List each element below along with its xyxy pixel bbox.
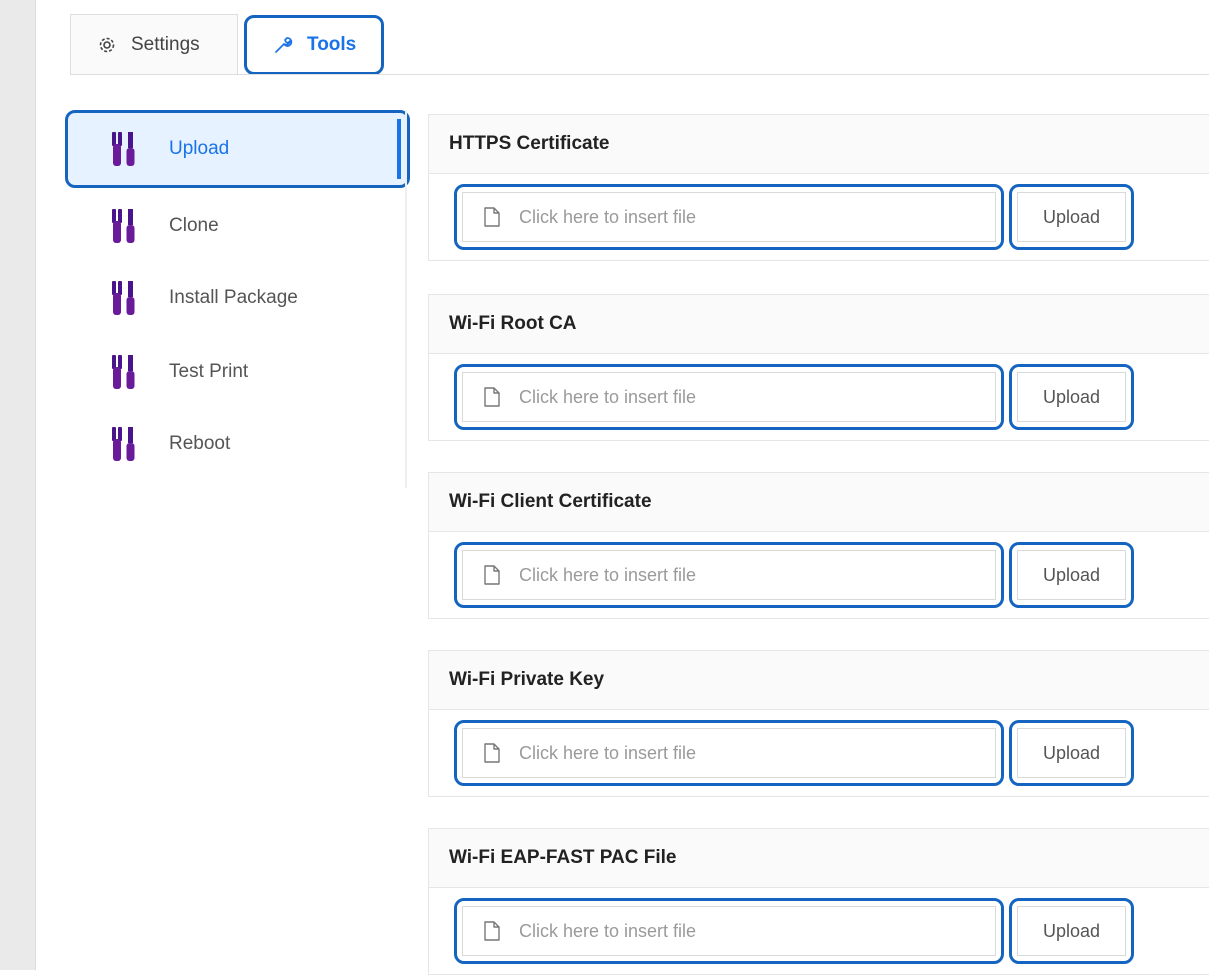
- upload-button-label: Upload: [1017, 906, 1126, 956]
- file-input[interactable]: Click here to insert file: [454, 720, 1004, 786]
- tools-sidebar: Upload Clone Install Package Test Print …: [65, 110, 410, 490]
- file-icon: [483, 207, 501, 227]
- tab-tools[interactable]: Tools: [244, 15, 384, 75]
- upload-button-label: Upload: [1017, 550, 1126, 600]
- sidebar-item-label: Clone: [169, 215, 219, 236]
- section-title: Wi-Fi Client Certificate: [429, 473, 1209, 532]
- file-input[interactable]: Click here to insert file: [454, 898, 1004, 964]
- sidebar-item-label: Install Package: [169, 287, 298, 308]
- file-icon: [483, 743, 501, 763]
- upload-button[interactable]: Upload: [1009, 364, 1134, 430]
- left-edge-strip: [0, 0, 36, 970]
- file-input-placeholder: Click here to insert file: [519, 920, 697, 941]
- file-input-placeholder: Click here to insert file: [519, 386, 697, 407]
- tab-settings-label: Settings: [131, 33, 200, 55]
- gear-icon: [97, 35, 117, 55]
- file-input[interactable]: Click here to insert file: [454, 364, 1004, 430]
- section-wifi-eap-fast-pac-file: Wi-Fi EAP-FAST PAC File Click here to in…: [428, 828, 1209, 975]
- section-title: HTTPS Certificate: [429, 115, 1209, 174]
- file-input[interactable]: Click here to insert file: [454, 184, 1004, 250]
- sidebar-item-test-print[interactable]: Test Print: [65, 336, 410, 408]
- sidebar-divider: [405, 110, 407, 488]
- file-input[interactable]: Click here to insert file: [454, 542, 1004, 608]
- upload-button[interactable]: Upload: [1009, 184, 1134, 250]
- tools-icon: [109, 279, 139, 317]
- sidebar-item-label: Reboot: [169, 433, 231, 454]
- file-icon: [483, 565, 501, 585]
- section-wifi-private-key: Wi-Fi Private Key Click here to insert f…: [428, 650, 1209, 797]
- tabs-divider: [70, 74, 1209, 75]
- section-title: Wi-Fi Root CA: [429, 295, 1209, 354]
- tools-icon: [109, 130, 139, 168]
- wrench-icon: [273, 35, 293, 55]
- upload-button-label: Upload: [1017, 372, 1126, 422]
- upload-button[interactable]: Upload: [1009, 898, 1134, 964]
- section-title: Wi-Fi Private Key: [429, 651, 1209, 710]
- file-input-placeholder: Click here to insert file: [519, 564, 697, 585]
- upload-button-label: Upload: [1017, 192, 1126, 242]
- sidebar-item-reboot[interactable]: Reboot: [65, 408, 410, 480]
- upload-button[interactable]: Upload: [1009, 542, 1134, 608]
- upload-button[interactable]: Upload: [1009, 720, 1134, 786]
- file-input-placeholder: Click here to insert file: [519, 206, 697, 227]
- file-input-placeholder: Click here to insert file: [519, 742, 697, 763]
- file-icon: [483, 387, 501, 407]
- sidebar-item-clone[interactable]: Clone: [65, 190, 410, 262]
- tab-settings[interactable]: Settings: [70, 14, 238, 74]
- section-wifi-root-ca: Wi-Fi Root CA Click here to insert file …: [428, 294, 1209, 441]
- section-title: Wi-Fi EAP-FAST PAC File: [429, 829, 1209, 888]
- sidebar-item-upload[interactable]: Upload: [65, 110, 410, 188]
- section-https-certificate: HTTPS Certificate Click here to insert f…: [428, 114, 1209, 261]
- file-icon: [483, 921, 501, 941]
- tools-icon: [109, 353, 139, 391]
- sidebar-item-label: Test Print: [169, 361, 249, 382]
- sidebar-item-install-package[interactable]: Install Package: [65, 262, 410, 334]
- tab-tools-label: Tools: [307, 34, 357, 55]
- tools-icon: [109, 207, 139, 245]
- tools-icon: [109, 425, 139, 463]
- section-wifi-client-certificate: Wi-Fi Client Certificate Click here to i…: [428, 472, 1209, 619]
- sidebar-item-label: Upload: [169, 138, 230, 159]
- upload-button-label: Upload: [1017, 728, 1126, 778]
